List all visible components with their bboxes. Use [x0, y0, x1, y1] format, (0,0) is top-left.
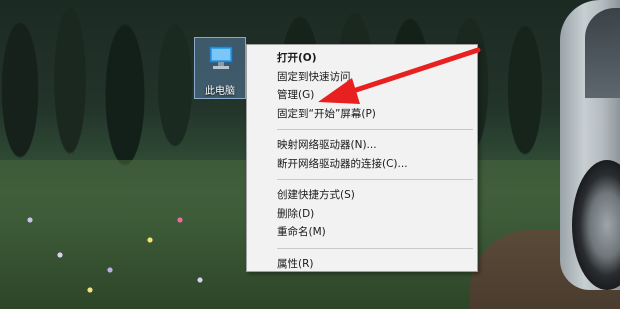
- menu-item-disconnect-network-drive[interactable]: 断开网络驱动器的连接(C)...: [247, 155, 477, 174]
- computer-icon: [209, 46, 233, 69]
- context-menu: 打开(O) 固定到快速访问 管理(G) 固定到“开始”屏幕(P) 映射网络驱动器…: [246, 44, 478, 272]
- menu-item-delete[interactable]: 删除(D): [247, 205, 477, 224]
- car-window: [585, 8, 620, 98]
- menu-item-map-network-drive[interactable]: 映射网络驱动器(N)...: [247, 136, 477, 155]
- menu-item-create-shortcut[interactable]: 创建快捷方式(S): [247, 186, 477, 205]
- menu-item-manage[interactable]: 管理(G): [247, 86, 477, 105]
- menu-item-pin-quick-access[interactable]: 固定到快速访问: [247, 68, 477, 87]
- menu-item-pin-start[interactable]: 固定到“开始”屏幕(P): [247, 105, 477, 124]
- menu-item-open[interactable]: 打开(O): [247, 49, 477, 68]
- menu-item-rename[interactable]: 重命名(M): [247, 223, 477, 242]
- this-pc-label: 此电脑: [205, 86, 235, 97]
- menu-separator: [277, 247, 473, 249]
- menu-item-properties[interactable]: 属性(R): [247, 255, 477, 274]
- menu-separator: [277, 129, 473, 130]
- this-pc-desktop-icon[interactable]: 此电脑: [194, 37, 246, 99]
- menu-separator: [277, 179, 473, 180]
